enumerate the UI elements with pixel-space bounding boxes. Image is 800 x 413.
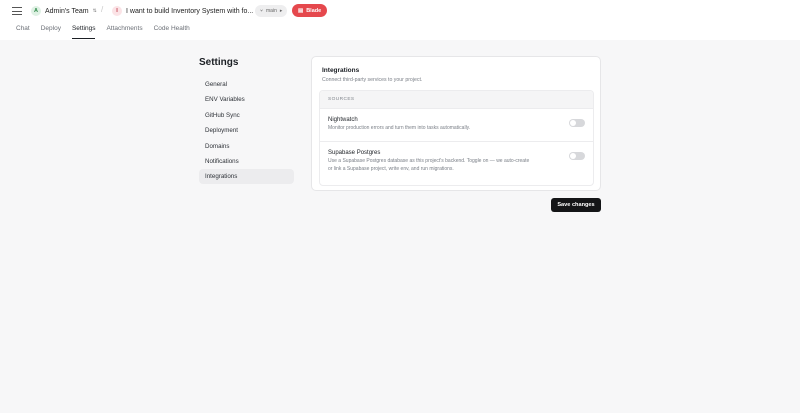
tab-settings[interactable]: Settings <box>71 25 96 39</box>
sources-panel: SOURCES Nightwatch Monitor production er… <box>319 90 594 186</box>
document-icon: ▤ <box>298 7 304 14</box>
source-name: Nightwatch <box>328 117 358 123</box>
page-title: Settings <box>199 57 239 68</box>
integrations-subtitle: Connect third-party services to your pro… <box>322 77 423 83</box>
nav-item-domains[interactable]: Domains <box>199 139 294 154</box>
branch-label: main <box>266 8 277 14</box>
tab-bar: Chat Deploy Settings Attachments Code He… <box>16 25 190 39</box>
team-switcher[interactable]: A Admin's Team ⇅ <box>31 4 97 18</box>
branch-pill[interactable]: ⑂ main ▸ <box>255 5 288 17</box>
hamburger-menu-icon[interactable] <box>11 5 23 17</box>
top-bar: A Admin's Team ⇅ / I I want to build Inv… <box>0 0 800 40</box>
save-changes-button[interactable]: Save changes <box>551 198 601 212</box>
nav-item-github-sync[interactable]: GitHub Sync <box>199 108 294 123</box>
nav-item-deployment[interactable]: Deployment <box>199 123 294 138</box>
team-name: Admin's Team <box>45 7 89 15</box>
integrations-card: Integrations Connect third-party service… <box>311 56 601 191</box>
chevron-updown-icon: ⇅ <box>92 7 97 14</box>
project-avatar: I <box>112 6 122 16</box>
team-avatar: A <box>31 6 41 16</box>
source-description-line2: or link a Supabase project, write env, a… <box>328 165 454 172</box>
tab-deploy[interactable]: Deploy <box>41 25 61 39</box>
source-description: Monitor production errors and turn them … <box>328 125 471 131</box>
source-name: Supabase Postgres <box>328 150 381 156</box>
source-row-supabase: Supabase Postgres Use a Supabase Postgre… <box>320 142 593 185</box>
branch-icon: ⑂ <box>260 8 264 14</box>
blade-button[interactable]: ▤ Blade <box>292 4 328 17</box>
tab-attachments[interactable]: Attachments <box>106 25 142 39</box>
source-row-nightwatch: Nightwatch Monitor production errors and… <box>320 109 593 142</box>
source-description-line1: Use a Supabase Postgres database as this… <box>328 158 530 164</box>
settings-nav: General ENV Variables GitHub Sync Deploy… <box>199 77 294 185</box>
integrations-title: Integrations <box>322 67 360 74</box>
nav-item-env-variables[interactable]: ENV Variables <box>199 92 294 107</box>
project-name: I want to build Inventory System with fo… <box>126 7 254 15</box>
nightwatch-toggle[interactable] <box>569 119 585 127</box>
breadcrumb-separator: / <box>101 5 104 14</box>
sources-header: SOURCES <box>320 91 593 109</box>
supabase-toggle[interactable] <box>569 152 585 160</box>
tab-chat[interactable]: Chat <box>16 25 30 39</box>
branch-status-icon: ▸ <box>279 8 283 14</box>
project-switcher[interactable]: I I want to build Inventory System with … <box>112 4 263 18</box>
nav-item-notifications[interactable]: Notifications <box>199 154 294 169</box>
nav-item-integrations[interactable]: Integrations <box>199 169 294 185</box>
tab-code-health[interactable]: Code Health <box>154 25 190 39</box>
nav-item-general[interactable]: General <box>199 77 294 92</box>
blade-label: Blade <box>306 7 322 14</box>
